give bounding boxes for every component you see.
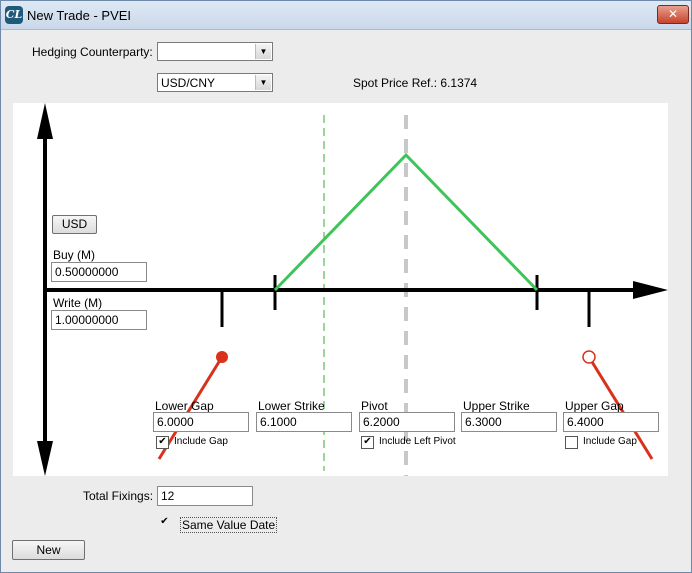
arrow-up-icon (37, 103, 53, 139)
total-fixings-input[interactable]: 12 (157, 486, 253, 506)
include-left-pivot-checkbox[interactable]: ✔ (361, 436, 374, 449)
window-title: New Trade - PVEI (27, 8, 132, 23)
include-upper-gap-label: Include Gap (583, 436, 637, 447)
lower-gap-input[interactable]: 6.0000 (153, 412, 249, 432)
include-lower-gap-checkbox[interactable]: ✔ (156, 436, 169, 449)
lower-gap-filled-dot (216, 351, 228, 363)
include-upper-gap-checkbox[interactable] (565, 436, 578, 449)
spot-price-value: 6.1374 (440, 76, 478, 90)
arrow-right-icon (633, 281, 668, 299)
upper-strike-label: Upper Strike (463, 399, 530, 413)
lower-gap-label: Lower Gap (155, 399, 214, 413)
include-left-pivot-label: Include Left Pivot (379, 436, 456, 447)
lower-strike-label: Lower Strike (258, 399, 325, 413)
new-button[interactable]: New (12, 540, 85, 560)
arrow-down-icon (37, 441, 53, 476)
total-fixings-label: Total Fixings: (83, 489, 154, 503)
currency-pair-value: USD/CNY (161, 76, 216, 90)
upper-gap-input[interactable]: 6.4000 (563, 412, 659, 432)
window: CL New Trade - PVEI ✕ Hedging Counterpar… (0, 0, 692, 573)
upper-strike-input[interactable]: 6.3000 (461, 412, 557, 432)
same-value-date-label: Same Value Date (180, 517, 278, 533)
title-bar: CL New Trade - PVEI ✕ (1, 1, 691, 30)
currency-pair-select[interactable]: USD/CNY ▼ (157, 73, 273, 92)
pivot-label: Pivot (361, 399, 388, 413)
currency-toggle-button[interactable]: USD (52, 215, 97, 234)
hedging-counterparty-label: Hedging Counterparty: (32, 45, 153, 59)
lower-strike-input[interactable]: 6.1000 (256, 412, 352, 432)
buy-label: Buy (M) (53, 248, 95, 262)
write-label: Write (M) (53, 296, 103, 310)
hedging-counterparty-select[interactable]: ▼ (157, 42, 273, 61)
include-lower-gap-label: Include Gap (174, 436, 228, 447)
upper-gap-label: Upper Gap (565, 399, 624, 413)
spot-price-label: Spot Price Ref.: 6.1374 (353, 76, 478, 90)
chevron-down-icon: ▼ (255, 75, 271, 90)
chevron-down-icon: ▼ (255, 44, 271, 59)
write-amount-input[interactable]: 1.00000000 (51, 310, 147, 330)
app-logo-icon: CL (5, 6, 23, 24)
upper-gap-open-dot (582, 350, 596, 364)
same-value-date-checkbox[interactable]: ✔ (159, 517, 170, 528)
pivot-input[interactable]: 6.2000 (359, 412, 455, 432)
close-button[interactable]: ✕ (657, 5, 689, 24)
buy-amount-input[interactable]: 0.50000000 (51, 262, 147, 282)
